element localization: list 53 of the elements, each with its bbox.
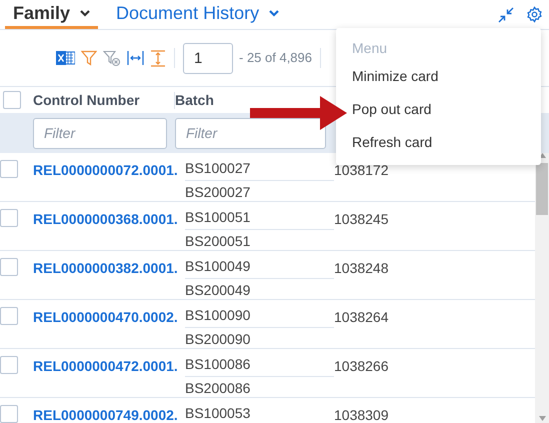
page-range: - 25 of 4,896: [239, 49, 312, 68]
clear-filter-icon[interactable]: [103, 50, 121, 66]
menu-item[interactable]: Refresh card: [336, 126, 541, 159]
filter-field[interactable]: Filter: [175, 118, 326, 148]
document-link[interactable]: REL0000000470.0002.: [33, 309, 178, 325]
document-link[interactable]: REL0000000382.0001.: [33, 260, 178, 276]
collapse-icon[interactable]: [498, 6, 514, 22]
column-header[interactable]: Control Number: [33, 90, 140, 110]
settings-icon[interactable]: [526, 6, 543, 23]
scrollbar-thumb[interactable]: [536, 163, 548, 215]
spreadsheet-icon[interactable]: [56, 50, 75, 66]
table-cell: 1038172: [334, 162, 389, 178]
table-cell-text: BS100053: [185, 404, 252, 423]
table-cell: 1038248: [334, 260, 389, 276]
scroll-down-icon[interactable]: [538, 416, 546, 420]
checkbox[interactable]: [0, 258, 18, 276]
chevron-down-icon[interactable]: [80, 10, 90, 16]
menu-item[interactable]: Minimize card: [336, 60, 541, 93]
table-cell-text: BS200027: [185, 183, 252, 202]
table-cell-text: BS200086: [185, 379, 252, 398]
tab[interactable]: Family: [5, 0, 98, 29]
table-cell: BS100027: [185, 159, 334, 181]
table-cell: BS100051: [185, 208, 334, 230]
checkbox[interactable]: [0, 356, 18, 374]
menu-title: Menu: [351, 39, 388, 58]
document-link[interactable]: REL0000000472.0001.: [33, 358, 178, 374]
filter-field[interactable]: Filter: [33, 118, 167, 148]
scrollbar[interactable]: [535, 153, 549, 423]
table-cell: BS100086: [185, 355, 334, 377]
fit-columns-icon[interactable]: [127, 50, 144, 66]
table-cell-text: BS200049: [185, 281, 252, 300]
filter-icon[interactable]: [81, 50, 97, 66]
table-cell: BS100049: [185, 257, 334, 279]
document-link[interactable]: REL0000000368.0001.: [33, 211, 178, 227]
checkbox[interactable]: [0, 160, 18, 178]
table-cell-text: BS200090: [185, 330, 252, 349]
table-cell-text: BS200051: [185, 232, 252, 251]
table-cell: 1038245: [334, 211, 389, 227]
table-cell: 1038309: [334, 407, 389, 423]
fit-rows-icon[interactable]: [150, 50, 166, 66]
checkbox[interactable]: [0, 405, 18, 423]
table-cell: 1038266: [334, 358, 389, 374]
page-input[interactable]: 1: [184, 44, 232, 72]
checkbox[interactable]: [3, 91, 21, 109]
column-header[interactable]: Batch: [175, 90, 214, 110]
table-cell: BS100090: [185, 306, 334, 328]
menu-item[interactable]: Pop out card: [336, 93, 541, 126]
table-cell: 1038264: [334, 309, 389, 325]
checkbox[interactable]: [0, 209, 18, 227]
tab[interactable]: Document History: [108, 0, 288, 29]
checkbox[interactable]: [0, 307, 18, 325]
document-link[interactable]: REL0000000749.0002.: [33, 407, 178, 423]
document-link[interactable]: REL0000000072.0001.: [33, 162, 178, 178]
